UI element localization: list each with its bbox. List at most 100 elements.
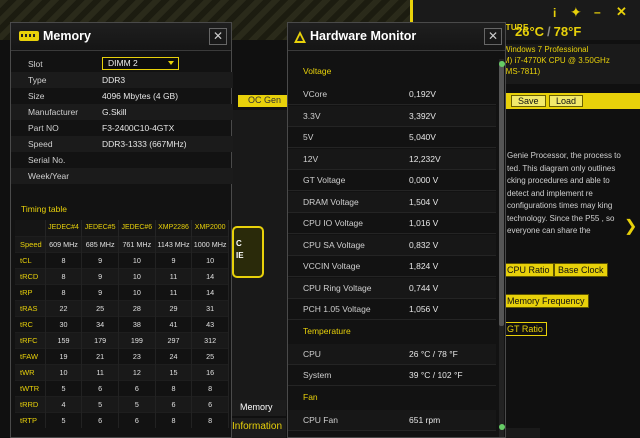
hardware-reading-label: VCCIN Voltage bbox=[303, 261, 361, 271]
hardware-reading-row: GT Voltage 0,000 V bbox=[288, 170, 496, 191]
hardware-monitor-close-button[interactable]: ✕ bbox=[484, 28, 502, 45]
table-row: tRCD 8 9 10 11 14 bbox=[15, 267, 229, 284]
hardware-reading-value: 12,232V bbox=[409, 153, 441, 164]
timing-cell: 5 bbox=[45, 411, 83, 428]
table-row: Speed 609 MHz 685 MHz 761 MHz 1143 MHz 1000 M… bbox=[15, 235, 229, 252]
timing-cell: 16 bbox=[191, 363, 229, 380]
timing-row-label: tRRD bbox=[15, 395, 46, 412]
timing-row-label: tRC bbox=[15, 315, 46, 332]
hardware-reading-value: 0,192V bbox=[409, 89, 436, 99]
table-row: tWTR 5 6 6 8 8 bbox=[15, 379, 229, 396]
table-row: tRC 30 34 38 41 43 bbox=[15, 315, 229, 332]
hardware-reading-value: 1,016 V bbox=[409, 218, 439, 228]
memory-frequency-button[interactable]: Memory Frequency bbox=[503, 294, 589, 308]
timing-cell: 10 bbox=[118, 251, 156, 268]
info-icon[interactable]: i bbox=[553, 6, 556, 20]
hardware-reading-label: 3.3V bbox=[303, 110, 321, 121]
timing-column-header: XMP2000 bbox=[191, 220, 229, 236]
status-dot-icon bbox=[499, 61, 505, 67]
hardware-reading-value: 39 °C / 102 °F bbox=[409, 370, 463, 380]
hardware-reading-label: CPU bbox=[303, 348, 321, 359]
memory-title: Memory bbox=[43, 29, 91, 43]
minimize-icon[interactable]: – bbox=[594, 5, 601, 19]
load-button[interactable]: Load bbox=[549, 95, 584, 107]
timing-cell: 14 bbox=[191, 267, 229, 284]
table-row: tRAS 22 25 28 29 31 bbox=[15, 299, 229, 316]
hardware-reading-value: 1,504 V bbox=[409, 196, 439, 207]
slot-select[interactable]: DIMM 2 bbox=[102, 57, 179, 70]
hardware-reading-label: GT Voltage bbox=[303, 175, 346, 185]
memory-info-value: G.Skill bbox=[102, 107, 127, 117]
memory-close-button[interactable]: ✕ bbox=[209, 28, 227, 45]
memory-title-bar[interactable]: Memory ✕ bbox=[11, 23, 231, 51]
memory-info-row: Type DDR3 bbox=[11, 72, 233, 88]
timing-cell: 11 bbox=[155, 267, 193, 284]
gear-icon[interactable]: ✦ bbox=[570, 4, 582, 21]
timing-cell: 297 bbox=[155, 331, 193, 348]
table-row: tRP 8 9 10 11 14 bbox=[15, 283, 229, 300]
hardware-section-title: Voltage bbox=[303, 66, 332, 76]
os-info: Windows 7 Professional bbox=[503, 45, 589, 54]
scrollbar-thumb[interactable] bbox=[499, 61, 504, 326]
memory-info-row: Part NO F3-2400C10-4GTX bbox=[11, 120, 233, 136]
timing-cell: 38 bbox=[118, 315, 156, 332]
save-load-bar: Save Load bbox=[503, 93, 640, 109]
timing-cell: 761 MHz bbox=[118, 235, 156, 252]
table-row: tRTP 5 6 6 8 8 bbox=[15, 411, 229, 428]
hardware-reading-row: PCH 1.05 Voltage 1,056 V bbox=[288, 299, 496, 320]
timing-cell: 8 bbox=[155, 379, 193, 396]
memory-info-row: Speed DDR3-1333 (667MHz) bbox=[11, 136, 233, 152]
timing-row-label: tWR bbox=[15, 363, 46, 380]
hardware-reading-value: 0,744 V bbox=[409, 282, 439, 293]
hardware-reading-label: DRAM Voltage bbox=[303, 196, 359, 207]
timing-cell: 11 bbox=[155, 283, 193, 300]
hardware-reading-row: CPU SA Voltage 0,832 V bbox=[288, 234, 496, 256]
memory-info-label: Week/Year bbox=[28, 171, 70, 181]
hardware-reading-label: 5V bbox=[303, 132, 314, 142]
hardware-monitor-window: Hardware Monitor ✕ Voltage VCore 0,192V 3.3… bbox=[287, 22, 506, 438]
hardware-monitor-scrollbar[interactable] bbox=[499, 59, 504, 437]
timing-cell: 6 bbox=[81, 379, 119, 396]
table-row: tWR 10 11 12 15 16 bbox=[15, 363, 229, 380]
timing-cell: 29 bbox=[155, 299, 193, 316]
memory-chip-icon bbox=[19, 31, 39, 41]
timing-cell: 10 bbox=[45, 363, 83, 380]
close-icon[interactable]: ✕ bbox=[616, 4, 627, 20]
system-info: Windows 7 Professional M) i7-4770K CPU @… bbox=[503, 44, 640, 84]
timing-row-label: tWTR bbox=[15, 379, 46, 396]
status-dot-icon bbox=[499, 424, 505, 430]
memory-info-label: Type bbox=[28, 75, 47, 85]
timing-cell: 1000 MHz bbox=[191, 235, 229, 252]
tab-oc-genie[interactable]: OC Gen bbox=[238, 95, 288, 107]
tab-information[interactable]: Information bbox=[230, 418, 286, 438]
timing-column-header: XMP2286 bbox=[155, 220, 193, 236]
hardware-monitor-title: Hardware Monitor bbox=[310, 29, 417, 43]
cpu-ratio-button[interactable]: CPU Ratio bbox=[503, 263, 554, 277]
gt-ratio-button[interactable]: GT Ratio bbox=[503, 322, 547, 336]
timing-cell: 10 bbox=[118, 283, 156, 300]
memory-info-row: Serial No. bbox=[11, 152, 233, 168]
timing-cell: 30 bbox=[45, 315, 83, 332]
timing-cell: 312 bbox=[191, 331, 229, 348]
tab-memory[interactable]: Memory bbox=[232, 400, 286, 416]
hardware-reading-label: CPU Ring Voltage bbox=[303, 282, 372, 293]
hardware-reading-value: 651 rpm bbox=[409, 414, 441, 425]
chevron-right-icon[interactable]: ❯ bbox=[624, 216, 637, 236]
base-clock-button[interactable]: Base Clock bbox=[554, 263, 608, 277]
timing-cell: 8 bbox=[45, 283, 83, 300]
hardware-section-title: Fan bbox=[303, 391, 318, 402]
save-button[interactable]: Save bbox=[511, 95, 546, 107]
timing-cell: 6 bbox=[155, 395, 193, 412]
timing-row-label: Speed bbox=[15, 235, 46, 252]
timing-cell: 19 bbox=[45, 347, 83, 364]
timing-row-label: tRFC bbox=[15, 331, 46, 348]
timing-cell: 41 bbox=[155, 315, 193, 332]
timing-cell: 12 bbox=[118, 363, 156, 380]
timing-cell: 179 bbox=[81, 331, 119, 348]
temp-cpu: 26°C bbox=[515, 24, 545, 39]
hardware-monitor-icon bbox=[294, 31, 306, 43]
hardware-monitor-title-bar[interactable]: Hardware Monitor ✕ bbox=[288, 23, 505, 51]
timing-cell: 6 bbox=[118, 379, 156, 396]
memory-info-value: DDR3-1333 (667MHz) bbox=[102, 139, 187, 149]
timing-cell: 8 bbox=[191, 411, 229, 428]
